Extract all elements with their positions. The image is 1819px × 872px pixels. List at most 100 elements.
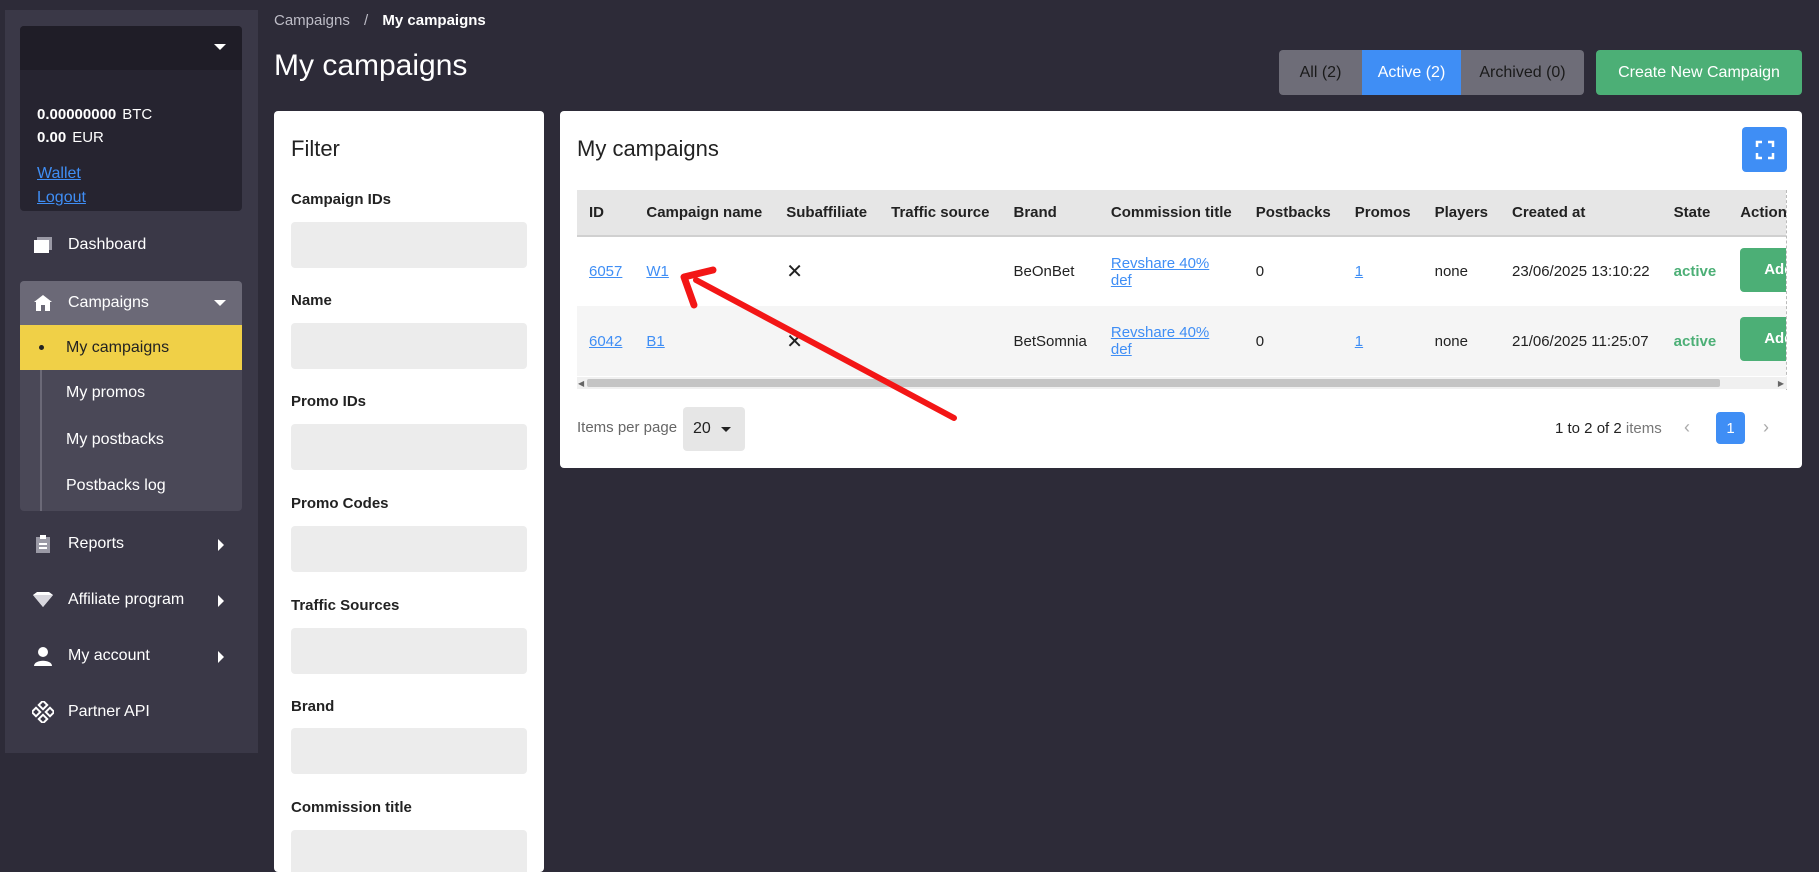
- balance-eur: 0.00 EUR: [37, 129, 104, 146]
- chevron-down-icon: [721, 427, 731, 432]
- campaign-id-link[interactable]: 6057: [589, 263, 622, 280]
- chevron-down-icon: [214, 44, 226, 50]
- user-icon: [32, 645, 54, 667]
- table-header-row: ID Campaign name Subaffiliate Traffic so…: [577, 190, 1786, 237]
- sidebar-item-label: My promos: [66, 383, 146, 401]
- col-traffic-source[interactable]: Traffic source: [879, 190, 1002, 237]
- panel-title: My campaigns: [577, 136, 719, 161]
- chevron-right-icon[interactable]: ›: [1763, 417, 1769, 438]
- campaigns-table-wrap: ID Campaign name Subaffiliate Traffic so…: [577, 190, 1787, 390]
- sidebar-item-my-campaigns[interactable]: My campaigns: [20, 325, 242, 370]
- scroll-right-icon[interactable]: ▶: [1778, 379, 1784, 388]
- campaigns-table: ID Campaign name Subaffiliate Traffic so…: [577, 190, 1786, 376]
- name-input[interactable]: [291, 323, 527, 369]
- sidebar-item-label: My campaigns: [66, 338, 170, 356]
- sidebar-item-postbacks-log[interactable]: Postbacks log: [20, 463, 242, 508]
- account-select[interactable]: [20, 26, 242, 70]
- nav-dashboard-label: Dashboard: [68, 236, 147, 253]
- col-created-at[interactable]: Created at: [1500, 190, 1662, 237]
- scroll-left-icon[interactable]: ◀: [578, 379, 584, 388]
- filter-label: Promo Codes: [291, 495, 389, 512]
- close-icon: ✕: [786, 261, 804, 283]
- promos-link[interactable]: 1: [1355, 333, 1363, 350]
- horizontal-scrollbar[interactable]: ◀ ▶: [577, 377, 1787, 389]
- col-subaffiliate[interactable]: Subaffiliate: [774, 190, 880, 237]
- col-state[interactable]: State: [1661, 190, 1729, 237]
- chevron-left-icon[interactable]: ‹: [1684, 417, 1690, 438]
- diamond-icon: [32, 589, 54, 611]
- nav-campaigns-label: Campaigns: [68, 294, 149, 311]
- campaign-name-link[interactable]: W1: [646, 263, 669, 280]
- logout-link[interactable]: Logout: [37, 189, 86, 207]
- sidebar-item-label: My postbacks: [66, 430, 164, 448]
- add-promo-button[interactable]: Add Promo: [1740, 247, 1786, 292]
- campaign-name-link[interactable]: B1: [646, 333, 664, 350]
- campaigns-panel: My campaigns ID Campaign name Subaffilia…: [560, 111, 1802, 468]
- items-per-page-label: Items per page: [577, 419, 678, 436]
- commission-line: Revshare 40%: [1110, 254, 1210, 272]
- nav-reports[interactable]: Reports: [20, 522, 242, 566]
- wallet-link[interactable]: Wallet: [37, 165, 81, 183]
- chevron-right-icon: [218, 651, 224, 663]
- commission-line: def: [1110, 271, 1132, 289]
- page-title: My campaigns: [274, 49, 468, 82]
- sidebar-item-my-postbacks[interactable]: My postbacks: [20, 417, 242, 462]
- campaign-id-link[interactable]: 6042: [589, 333, 622, 350]
- nav-campaigns[interactable]: Campaigns: [20, 281, 242, 325]
- nav-affiliate-label: Affiliate program: [68, 591, 185, 608]
- col-players[interactable]: Players: [1422, 190, 1501, 237]
- nav-reports-label: Reports: [68, 535, 125, 552]
- filter-title: Filter: [291, 136, 340, 161]
- col-campaign-name[interactable]: Campaign name: [634, 190, 775, 237]
- sidebar-item-label: Postbacks log: [66, 476, 166, 494]
- table-row: 6057 W1 ✕ BeOnBet Revshare 40% def 0 1 no…: [577, 236, 1786, 306]
- brand-cell: BeOnBet: [1013, 263, 1075, 280]
- expand-icon: [1755, 140, 1774, 159]
- create-campaign-button[interactable]: Create New Campaign: [1596, 50, 1802, 95]
- filter-label: Traffic Sources: [291, 597, 400, 614]
- clipboard-icon: [32, 533, 54, 555]
- promo-codes-input[interactable]: [291, 526, 527, 572]
- nav-partner-api[interactable]: Partner API: [20, 690, 242, 734]
- col-commission-title[interactable]: Commission title: [1098, 190, 1244, 237]
- col-promos[interactable]: Promos: [1342, 190, 1423, 237]
- items-per-page-select[interactable]: 20: [683, 407, 745, 451]
- promo-ids-input[interactable]: [291, 424, 527, 470]
- scrollbar-thumb[interactable]: [587, 379, 1720, 387]
- nav-my-account[interactable]: My account: [20, 634, 242, 678]
- players-cell: none: [1434, 263, 1468, 280]
- commission-link[interactable]: Revshare 40% def: [1111, 324, 1209, 358]
- commission-link[interactable]: Revshare 40% def: [1111, 255, 1209, 289]
- nav-affiliate-program[interactable]: Affiliate program: [20, 578, 242, 622]
- nav-dashboard[interactable]: Dashboard: [20, 223, 242, 267]
- state-badge: active: [1673, 332, 1717, 350]
- filter-all-button[interactable]: All (2): [1279, 50, 1362, 95]
- fullscreen-button[interactable]: [1742, 127, 1787, 172]
- traffic-sources-input[interactable]: [291, 628, 527, 674]
- chevron-down-icon: [214, 300, 226, 306]
- brand-input[interactable]: [291, 728, 527, 774]
- players-cell: none: [1434, 332, 1468, 350]
- postbacks-cell: 0: [1255, 263, 1265, 280]
- breadcrumb-campaigns[interactable]: Campaigns: [274, 12, 350, 29]
- account-box: 0.00000000 BTC 0.00 EUR Wallet Logout: [20, 26, 242, 211]
- filter-active-button[interactable]: Active (2): [1362, 50, 1461, 95]
- col-brand[interactable]: Brand: [1001, 190, 1099, 237]
- commission-title-input[interactable]: [291, 830, 527, 872]
- promos-link[interactable]: 1: [1355, 263, 1363, 280]
- add-promo-button[interactable]: Add Promo: [1740, 317, 1786, 361]
- col-id[interactable]: ID: [577, 190, 635, 237]
- campaign-ids-input[interactable]: [291, 222, 527, 268]
- sidebar-item-my-promos[interactable]: My promos: [20, 370, 242, 415]
- page-button[interactable]: 1: [1716, 412, 1745, 444]
- traffic-source-cell: [879, 236, 1001, 306]
- created-at-cell: 23/06/2025 13:10:22: [1512, 263, 1650, 280]
- filter-archived-button[interactable]: Archived (0): [1461, 50, 1584, 95]
- pager-range-count: 1 to 2 of 2: [1555, 420, 1622, 437]
- filter-label: Brand: [291, 698, 335, 715]
- dashboard-icon: [32, 234, 54, 256]
- filter-label: Name: [291, 292, 332, 309]
- col-postbacks[interactable]: Postbacks: [1243, 190, 1343, 237]
- breadcrumb-separator: /: [364, 12, 369, 29]
- nav-api-label: Partner API: [68, 703, 150, 720]
